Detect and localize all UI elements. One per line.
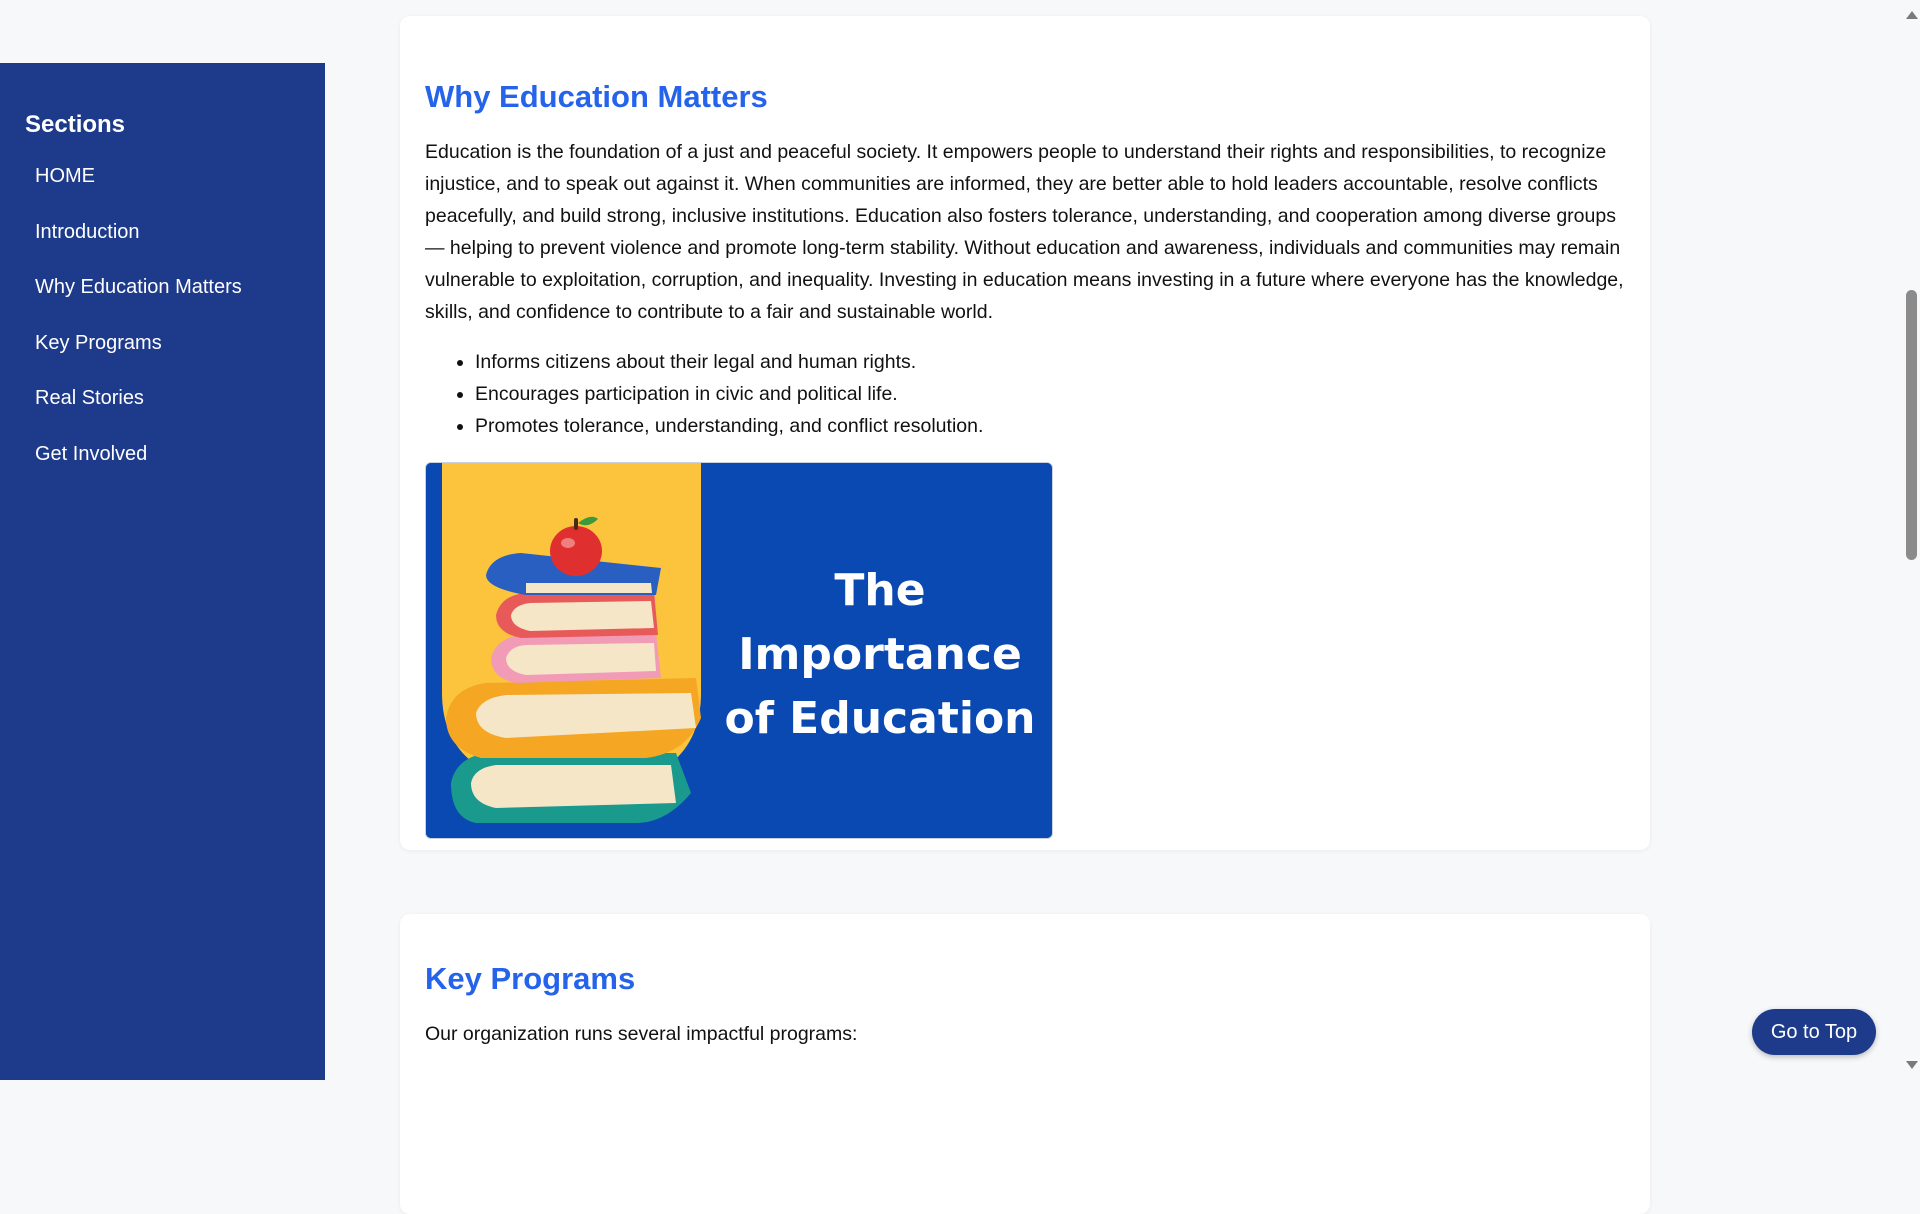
key-programs-section: Key Programs Our organization runs sever… (400, 914, 1650, 1214)
section-intro: Our organization runs several impactful … (425, 1023, 858, 1045)
go-to-top-button[interactable]: Go to Top (1752, 1009, 1876, 1055)
scroll-down-arrow-icon[interactable] (1906, 1061, 1918, 1069)
sidebar: Sections HOME Introduction Why Education… (0, 63, 325, 1080)
list-item: Promotes tolerance, understanding, and c… (475, 410, 1625, 442)
image-caption: The Importance of Education (700, 559, 1052, 751)
sidebar-item-introduction[interactable]: Introduction (25, 217, 300, 273)
image-caption-line2: of Education (724, 693, 1036, 744)
scroll-up-arrow-icon[interactable] (1906, 11, 1918, 19)
why-education-section: Why Education Matters Education is the f… (400, 16, 1650, 850)
list-item: Encourages participation in civic and po… (475, 378, 1625, 410)
education-image: The Importance of Education (425, 462, 1053, 839)
scrollbar-thumb[interactable] (1906, 290, 1917, 560)
sidebar-item-key-programs[interactable]: Key Programs (25, 328, 300, 384)
section-heading: Key Programs (425, 961, 636, 996)
image-caption-line1: The Importance (738, 565, 1022, 680)
section-heading: Why Education Matters (425, 79, 768, 114)
sidebar-nav: HOME Introduction Why Education Matters … (25, 161, 300, 494)
section-paragraph: Education is the foundation of a just an… (425, 141, 1624, 323)
sidebar-item-real-stories[interactable]: Real Stories (25, 383, 300, 439)
bullet-list: Informs citizens about their legal and h… (425, 346, 1625, 442)
sidebar-title: Sections (25, 111, 126, 138)
list-item: Informs citizens about their legal and h… (475, 346, 1625, 378)
sidebar-item-get-involved[interactable]: Get Involved (25, 439, 300, 495)
sidebar-item-why-education-matters[interactable]: Why Education Matters (25, 272, 300, 328)
vertical-scrollbar[interactable] (1903, 0, 1920, 1080)
sidebar-item-home[interactable]: HOME (25, 161, 300, 217)
